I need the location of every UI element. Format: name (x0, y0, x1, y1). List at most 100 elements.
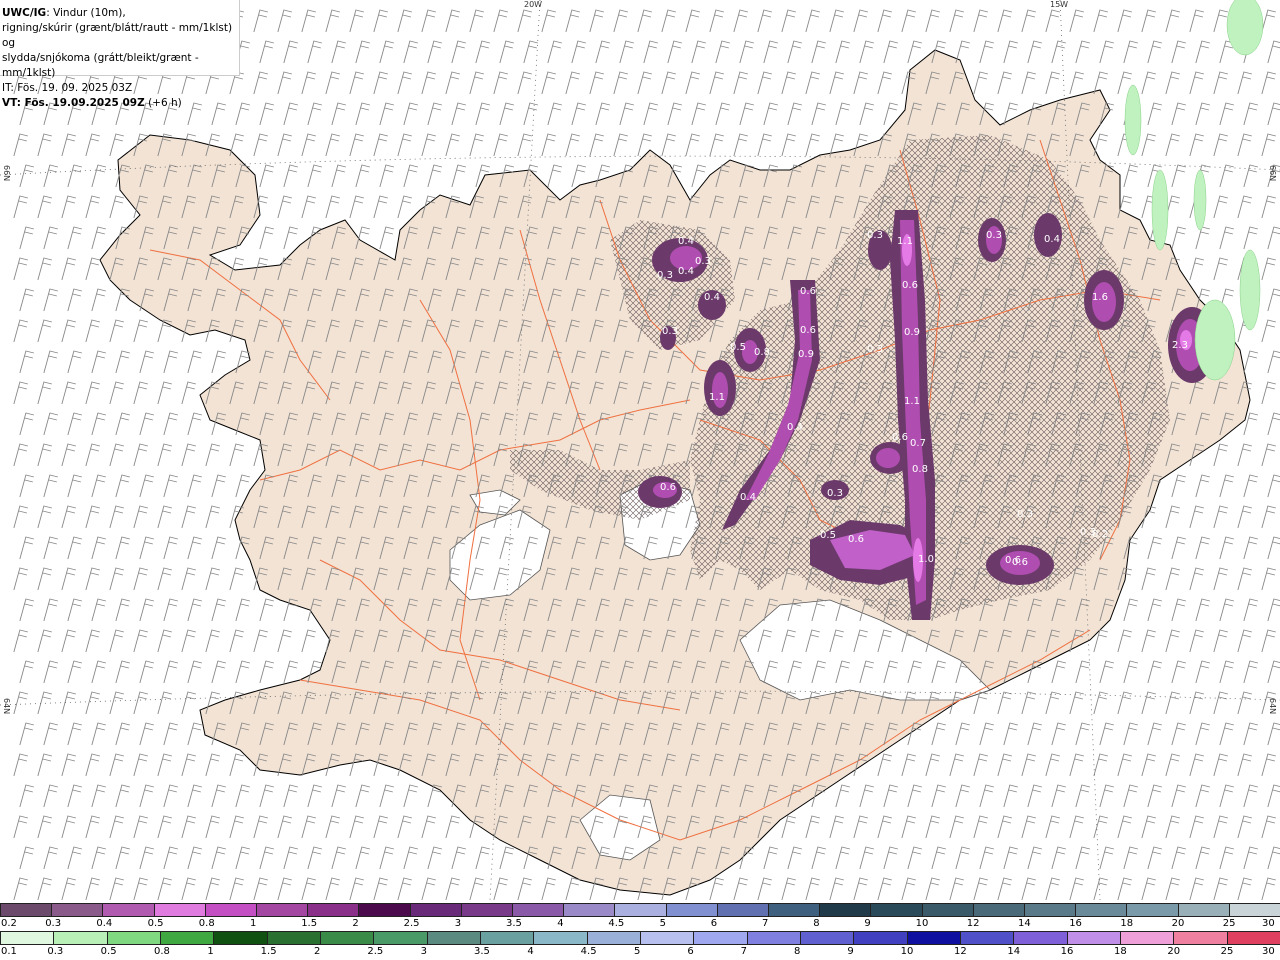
legend-tick: 0.4 (96, 918, 113, 929)
legend-tick: 20 (1171, 918, 1185, 929)
legend-tick: 8 (813, 918, 820, 929)
legend-swatch (320, 931, 375, 945)
precip-value-label: 0.3 (695, 256, 711, 267)
precip-value-label: 0.6 (902, 280, 918, 291)
valid-time-line: VT: Fös. 19.09.2025 09Z (+6 h) (2, 96, 237, 111)
legend-swatch (960, 931, 1015, 945)
legend-swatch (1013, 931, 1068, 945)
legend-swatch (665, 903, 718, 917)
legend-tick: 16 (1069, 918, 1082, 929)
legend-swatch (716, 903, 769, 917)
legend-tick: 6 (710, 918, 718, 929)
legend-swatch (204, 903, 257, 917)
legend-tick: 0.5 (100, 946, 117, 957)
legend-tick: 30 (1262, 946, 1275, 957)
precip-value-label: 0.4 (740, 492, 756, 503)
title-rest: : Vindur (10m), (46, 7, 126, 19)
precip-value-label: 0.4 (678, 236, 694, 247)
lead-time: (+6 h) (144, 97, 182, 109)
precip-value-label: 0.6 (848, 534, 864, 545)
precip-value-label: 0.8 (912, 464, 928, 475)
legend-swatch (746, 931, 801, 945)
legend-tick: 4 (527, 946, 534, 957)
legend-swatch (1120, 931, 1175, 945)
legend-tick: 3 (420, 946, 428, 957)
precip-value-label: 0.3 (867, 230, 883, 241)
legend-swatch (800, 931, 855, 945)
legend-swatch (266, 931, 321, 945)
legend-rain-ticks: 0.1 0.3 0.5 0.8 1 1.5 2 2.5 3 3.5 4 4.5 5 6 7 8 9 10 12 14 1… (0, 946, 1280, 960)
legend-swatch (1173, 931, 1228, 945)
lat-label-66n-left: 66N (2, 165, 11, 182)
legend-tick: 18 (1114, 946, 1127, 957)
legend-tick: 4.5 (608, 918, 625, 929)
precip-value-label: 0.2 (1092, 529, 1108, 540)
legend-tick: 10 (915, 918, 929, 929)
legend-tick: 18 (1120, 918, 1134, 929)
legend-swatch (533, 931, 588, 945)
legend-swatch (1177, 903, 1230, 917)
legend-tick: 0.8 (154, 946, 170, 957)
legend-swatch (586, 931, 641, 945)
legend-tick: 10 (900, 946, 914, 957)
legend-swatch (512, 903, 565, 917)
legend-swatch (640, 931, 695, 945)
precip-value-label: 0.3 (827, 488, 843, 499)
legend-swatch (102, 903, 155, 917)
legend-swatch (1024, 903, 1077, 917)
legend-swatch (1228, 903, 1280, 917)
legend-tick: 9 (864, 918, 871, 929)
legend-swatch (1126, 903, 1179, 917)
precip-value-label: 1.1 (904, 396, 920, 407)
legend-swatch (0, 931, 55, 945)
legend-tick: 0.3 (47, 946, 64, 957)
legend-tick: 4 (557, 918, 564, 929)
legend-swatch (1066, 931, 1121, 945)
legend-swatch (426, 931, 481, 945)
legend-swatch (614, 903, 667, 917)
legend-swatch (906, 931, 961, 945)
precip-value-label: 0.5 (820, 530, 836, 541)
precip-value-label: 0.3 (657, 270, 673, 281)
precip-value-label: 0.3 (867, 344, 883, 355)
legend-swatch (460, 903, 513, 917)
lat-label-66n-right: 66N (1268, 165, 1277, 182)
legend-swatch (160, 931, 215, 945)
legend-tick: 1.5 (301, 918, 318, 929)
precip-value-label: 0.4 (787, 422, 803, 433)
precip-value-label: 0.6 (800, 325, 816, 336)
map-header: UWC/IG: Vindur (10m), rigning/skúrir (gr… (0, 0, 240, 109)
legend-tick: 12 (954, 946, 967, 957)
legend-snow-ticks: 0.2 0.3 0.4 0.5 0.8 1 1.5 2 2.5 3 3.5 4 4.5 5 6 7 8 9 10 12… (0, 918, 1280, 932)
legend-tick: 5 (659, 918, 666, 929)
legend-swatch (1075, 903, 1128, 917)
legend-tick: 7 (762, 918, 769, 929)
legend-tick: 6 (687, 946, 694, 957)
legend-tick: 25 (1222, 918, 1236, 929)
legend-swatch (153, 903, 206, 917)
legend-tick: 3 (454, 918, 462, 929)
legend-swatch (693, 931, 748, 945)
legend-swatch (358, 903, 411, 917)
legend-swatch (106, 931, 161, 945)
legend-swatch (0, 903, 53, 917)
legend-tick: 0.2 (1, 918, 17, 929)
precip-value-label: 0.9 (904, 327, 920, 338)
precip-value-label: 1.1 (897, 236, 913, 247)
legend-tick: 0.5 (147, 918, 164, 929)
legend-tick: 12 (966, 918, 980, 929)
precip-value-label: 0.4 (678, 266, 694, 277)
legend-tick: 2.5 (367, 946, 384, 957)
legend-tick: 2.5 (403, 918, 420, 929)
legend-tick: 25 (1220, 946, 1234, 957)
precip-value-label: 0.6 (800, 286, 816, 297)
legend-swatch (307, 903, 360, 917)
legend-swatch (768, 903, 821, 917)
legend-tick: 3.5 (506, 918, 522, 929)
legend-tick: 20 (1167, 946, 1181, 957)
legend-tick: 16 (1060, 946, 1074, 957)
precip-value-label: 2.3 (1172, 340, 1188, 351)
valid-time: VT: Fös. 19.09.2025 09Z (2, 97, 145, 109)
legend-tick: 1.5 (260, 946, 277, 957)
lat-label-64n-right: 64N (1268, 698, 1277, 715)
